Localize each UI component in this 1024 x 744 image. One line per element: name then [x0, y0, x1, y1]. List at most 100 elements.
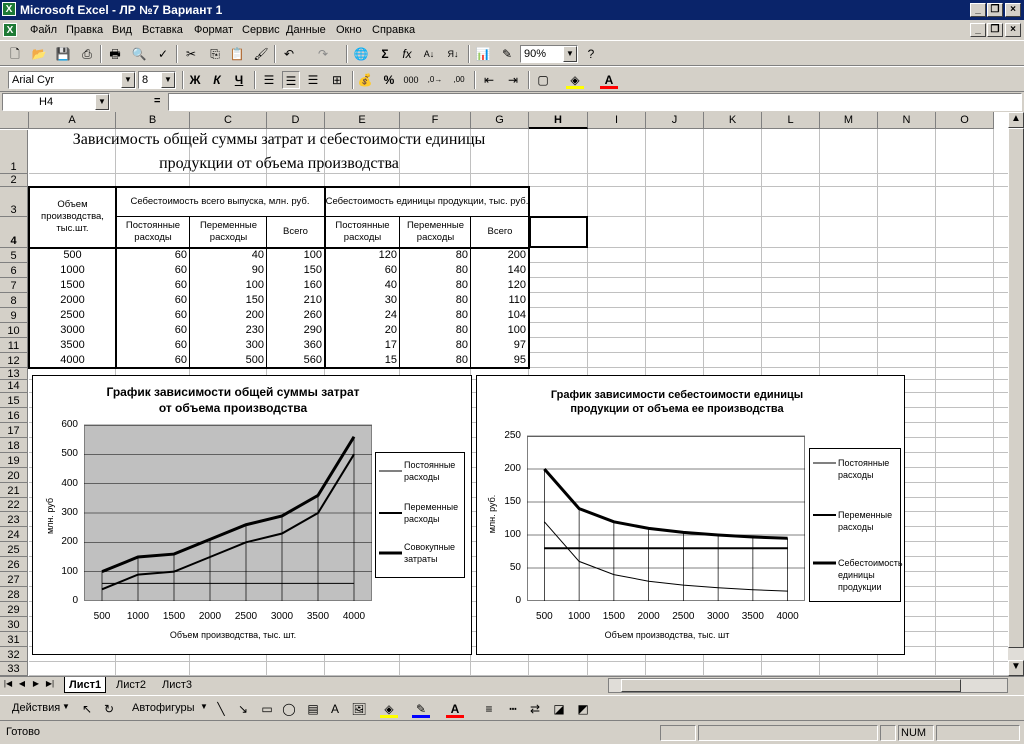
row-header-32[interactable]: 32 — [0, 647, 28, 662]
hscroll-thumb[interactable] — [621, 679, 961, 692]
name-box[interactable]: H4 ▼ — [2, 93, 110, 111]
row-header-27[interactable]: 27 — [0, 572, 28, 587]
column-header-E[interactable]: E — [325, 112, 400, 129]
row-header-4[interactable]: 4 — [0, 217, 28, 248]
align-right-icon[interactable]: ☰ — [304, 71, 322, 89]
shadow-icon[interactable]: ◪ — [550, 700, 568, 718]
column-header-M[interactable]: M — [820, 112, 878, 129]
horizontal-scrollbar[interactable] — [608, 678, 1008, 693]
table-cell[interactable]: 97 — [471, 338, 529, 353]
tab-sheet3[interactable]: Лист3 — [158, 677, 196, 693]
table-cell[interactable]: 80 — [400, 263, 471, 278]
cut-icon[interactable]: ✂ — [182, 45, 200, 63]
row-header-24[interactable]: 24 — [0, 527, 28, 542]
menu-file[interactable]: Файл — [30, 24, 57, 36]
chart-wizard-icon[interactable]: 📊 — [474, 45, 492, 63]
row-header-31[interactable]: 31 — [0, 632, 28, 647]
vertical-scrollbar[interactable]: ▲ ▼ — [1008, 112, 1024, 676]
row-header-17[interactable]: 17 — [0, 423, 28, 438]
line-icon[interactable]: ╲ — [212, 700, 230, 718]
column-header-J[interactable]: J — [646, 112, 704, 129]
merge-center-icon[interactable]: ⊞ — [328, 71, 346, 89]
menu-help[interactable]: Справка — [372, 24, 415, 36]
table-cell[interactable]: 1500 — [29, 278, 116, 293]
row-header-2[interactable]: 2 — [0, 174, 28, 187]
select-all-corner[interactable] — [0, 112, 29, 129]
chart1-series-2[interactable] — [101, 435, 356, 574]
decrease-decimal-icon[interactable]: ,00 — [450, 71, 468, 89]
underline-button[interactable]: Ч — [230, 71, 248, 89]
table-cell[interactable]: 200 — [190, 308, 267, 323]
table-cell[interactable]: 95 — [471, 353, 529, 368]
menu-tools[interactable]: Сервис — [242, 24, 280, 36]
column-header-C[interactable]: C — [190, 112, 267, 129]
table-cell[interactable]: 80 — [400, 323, 471, 338]
table-cell[interactable]: 17 — [325, 338, 400, 353]
worksheet-grid[interactable]: ABCDEFGHIJKLMNO 1 2 3 4 5 6 7 8 9 10 11 12 13 14 15 16 1… — [0, 112, 1008, 676]
arrow-style-icon[interactable]: ⇄ — [526, 700, 544, 718]
line-color-icon[interactable]: ✎ — [412, 700, 430, 718]
table-cell[interactable]: 210 — [267, 293, 325, 308]
doc-close-button[interactable]: × — [1005, 23, 1021, 37]
table-cell[interactable]: 120 — [325, 248, 400, 263]
table-cell[interactable]: 80 — [400, 338, 471, 353]
row-header-10[interactable]: 10 — [0, 323, 28, 338]
align-center-icon[interactable]: ☰ — [282, 71, 300, 89]
decrease-indent-icon[interactable]: ⇤ — [480, 71, 498, 89]
table-cell[interactable]: 40 — [325, 278, 400, 293]
close-button[interactable]: × — [1005, 3, 1021, 17]
first-sheet-icon[interactable]: |◀ — [2, 677, 14, 691]
column-header-F[interactable]: F — [400, 112, 471, 129]
row-header-18[interactable]: 18 — [0, 438, 28, 453]
autosum-icon[interactable]: Σ — [376, 45, 394, 63]
row-header-33[interactable]: 33 — [0, 662, 28, 676]
table-cell[interactable]: 100 — [267, 248, 325, 263]
draw-actions-menu[interactable]: Действия — [12, 702, 60, 714]
row-header-6[interactable]: 6 — [0, 263, 28, 278]
row-header-13[interactable]: 13 — [0, 368, 28, 380]
table-cell[interactable]: 40 — [190, 248, 267, 263]
table-cell[interactable]: 60 — [116, 248, 190, 263]
fill-color-icon[interactable]: ◈ — [566, 71, 584, 89]
chart-total-costs[interactable]: График зависимости общей суммы затрат от… — [32, 375, 472, 655]
menu-edit[interactable]: Правка — [66, 24, 103, 36]
chart2-series-0[interactable] — [543, 521, 788, 592]
sort-ascending-icon[interactable]: A↓ — [420, 45, 438, 63]
rotate-icon[interactable]: ↻ — [100, 700, 118, 718]
table-cell[interactable]: 200 — [471, 248, 529, 263]
increase-indent-icon[interactable]: ⇥ — [504, 71, 522, 89]
italic-button[interactable]: К — [208, 71, 226, 89]
tab-sheet2[interactable]: Лист2 — [112, 677, 150, 693]
prev-sheet-icon[interactable]: ◀ — [16, 677, 28, 691]
table-cell[interactable]: 160 — [267, 278, 325, 293]
table-cell[interactable]: 230 — [190, 323, 267, 338]
active-cell-h4[interactable] — [529, 216, 588, 248]
column-header-H[interactable]: H — [529, 112, 588, 129]
table-cell[interactable]: 2000 — [29, 293, 116, 308]
row-header-7[interactable]: 7 — [0, 278, 28, 293]
row-header-19[interactable]: 19 — [0, 453, 28, 468]
last-sheet-icon[interactable]: ▶| — [44, 677, 56, 691]
chart2-series-2[interactable] — [543, 468, 788, 540]
table-cell[interactable]: 15 — [325, 353, 400, 368]
table-cell[interactable]: 140 — [471, 263, 529, 278]
table-cell[interactable]: 60 — [116, 263, 190, 278]
tab-sheet1[interactable]: Лист1 — [64, 677, 107, 693]
table-cell[interactable]: 30 — [325, 293, 400, 308]
row-header-26[interactable]: 26 — [0, 557, 28, 572]
oval-icon[interactable]: ◯ — [280, 700, 298, 718]
table-cell[interactable]: 150 — [267, 263, 325, 278]
restore-button[interactable]: ❐ — [987, 3, 1003, 17]
menu-window[interactable]: Окно — [336, 24, 362, 36]
table-cell[interactable]: 80 — [400, 278, 471, 293]
table-cell[interactable]: 60 — [116, 323, 190, 338]
table-cell[interactable]: 80 — [400, 248, 471, 263]
row-header-30[interactable]: 30 — [0, 617, 28, 632]
table-cell[interactable]: 90 — [190, 263, 267, 278]
table-cell[interactable]: 20 — [325, 323, 400, 338]
formula-input[interactable] — [168, 93, 1022, 111]
table-cell[interactable]: 360 — [267, 338, 325, 353]
row-header-21[interactable]: 21 — [0, 483, 28, 498]
draw-fill-color-icon[interactable]: ◈ — [380, 700, 398, 718]
line-style-icon[interactable]: ≡ — [480, 700, 498, 718]
